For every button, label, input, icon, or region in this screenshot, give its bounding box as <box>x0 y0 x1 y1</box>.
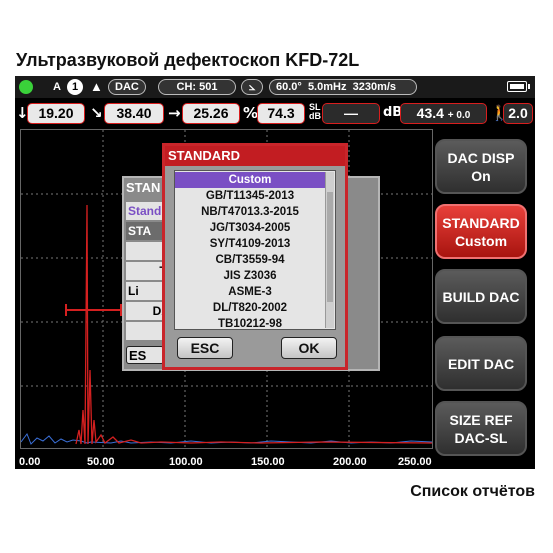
axis-tick-100: 100.00 <box>169 456 203 468</box>
page: Ультразвуковой дефектоскоп KFD-72L A 1 ▲… <box>0 0 553 553</box>
gain-value: 43.4 <box>416 105 444 121</box>
list-scrollbar[interactable] <box>325 172 334 328</box>
probe-angle-icon: ⦣ <box>241 79 263 95</box>
standard-button[interactable]: STANDARD Custom <box>435 204 527 259</box>
bg-dialog-title: STAN <box>126 180 161 195</box>
angle-value: 60.0° <box>276 81 302 93</box>
axis-tick-200: 200.00 <box>333 456 367 468</box>
standard-dialog: STANDARD Custom GB/T11345-2013 NB/T47013… <box>162 143 348 370</box>
dac-badge: DAC <box>108 79 146 95</box>
build-dac-button[interactable]: BUILD DAC <box>435 269 527 324</box>
list-item[interactable]: DL/T820-2002 <box>175 300 325 316</box>
list-item[interactable]: SY/T4109-2013 <box>175 236 325 252</box>
list-item[interactable]: GB/T11345-2013 <box>175 188 325 204</box>
axis-tick-0: 0.00 <box>19 456 41 468</box>
size-ref-value: DAC-SL <box>454 429 508 446</box>
sl-value: — <box>322 103 380 124</box>
gate-number-badge: 1 <box>67 79 83 95</box>
list-item[interactable]: TB10212-98 <box>175 316 325 332</box>
gate-number: 1 <box>67 79 83 95</box>
size-ref-label: SIZE REF <box>449 411 513 428</box>
list-item[interactable]: JIS Z3036 <box>175 268 325 284</box>
dac-disp-value: On <box>471 167 491 184</box>
bg-esc-button: ES <box>126 346 164 364</box>
status-bar: A 1 ▲ DAC CH: 501 ⦣ 60.0° 5.0mHz 3230m/s <box>15 76 535 98</box>
dac-disp-label: DAC DISP <box>447 149 515 166</box>
percent-label: % <box>243 104 259 122</box>
standard-value: Custom <box>454 232 508 249</box>
dac-disp-button[interactable]: DAC DISP On <box>435 139 527 194</box>
list-item[interactable]: JG/T3034-2005 <box>175 220 325 236</box>
gain-offset: + 0.0 <box>447 110 471 121</box>
list-item[interactable]: NB/T47013.3-2015 <box>175 204 325 220</box>
caption-footer: Список отчётов <box>410 483 535 500</box>
frequency-value: 5.0mHz <box>307 81 347 93</box>
arrow-right-icon: → <box>168 104 181 122</box>
standard-label: STANDARD <box>442 214 520 231</box>
gate-a-label: A <box>53 81 61 93</box>
status-indicator-icon <box>19 80 33 94</box>
axis-tick-250: 250.00 <box>398 456 432 468</box>
velocity-value: 3230m/s <box>352 81 397 93</box>
arrow-diagonal-icon: ↘ <box>90 104 103 122</box>
measurement-bar: ↓ 19.20 ↘ 38.40 → 25.26 % 74.3 SL dB — d… <box>15 100 535 126</box>
battery-icon <box>507 81 530 92</box>
esc-button[interactable]: ESC <box>177 337 233 359</box>
sl-db-label: dB <box>309 111 321 121</box>
edit-dac-button[interactable]: EDIT DAC <box>435 336 527 391</box>
sound-path-value: 38.40 <box>104 103 164 124</box>
channel-badge: CH: 501 <box>158 79 236 95</box>
depth-value: 19.20 <box>27 103 85 124</box>
surface-distance-value: 25.26 <box>182 103 240 124</box>
list-item[interactable]: Custom <box>175 172 325 188</box>
amplitude-value: 74.3 <box>257 103 305 124</box>
mountain-icon: ▲ <box>90 79 103 94</box>
gain-box[interactable]: 43.4 + 0.0 <box>400 103 487 124</box>
probe-params: 60.0° 5.0mHz 3230m/s <box>269 79 417 95</box>
standard-list[interactable]: Custom GB/T11345-2013 NB/T47013.3-2015 J… <box>174 170 336 330</box>
list-item[interactable]: CB/T3559-94 <box>175 252 325 268</box>
edit-dac-label: EDIT DAC <box>447 355 515 372</box>
build-dac-label: BUILD DAC <box>442 288 520 305</box>
axis-tick-150: 150.00 <box>251 456 285 468</box>
device-screen: A 1 ▲ DAC CH: 501 ⦣ 60.0° 5.0mHz 3230m/s… <box>15 76 535 469</box>
dialog-title: STANDARD <box>165 146 345 166</box>
ok-button[interactable]: OK <box>281 337 337 359</box>
list-item[interactable]: ASME-3 <box>175 284 325 300</box>
caption-title: Ультразвуковой дефектоскоп KFD-72L <box>16 50 360 70</box>
scrollbar-thumb[interactable] <box>327 192 333 302</box>
axis-tick-50: 50.00 <box>87 456 115 468</box>
size-ref-button[interactable]: SIZE REF DAC-SL <box>435 401 527 456</box>
step-value[interactable]: 2.0 <box>503 103 533 124</box>
